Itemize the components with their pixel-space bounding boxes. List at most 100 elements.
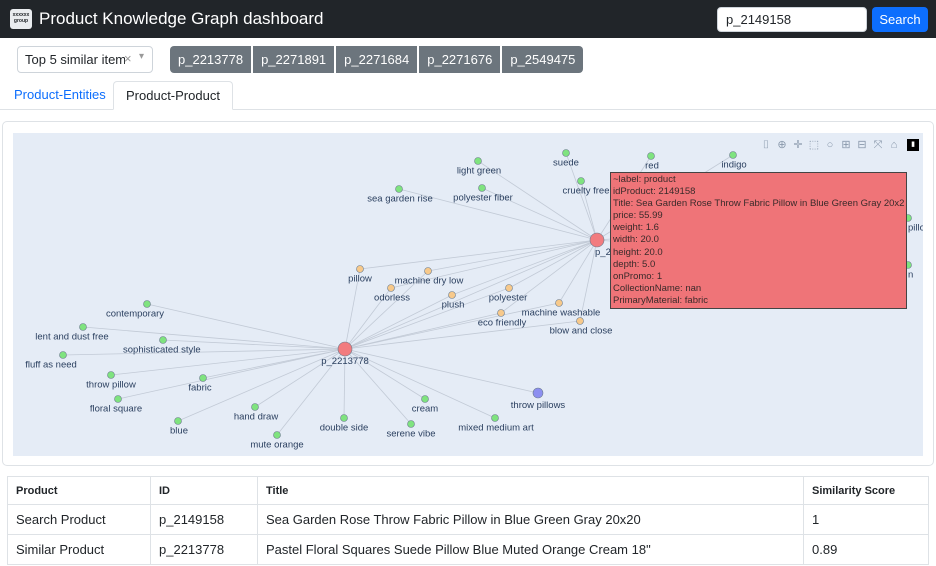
graph-node-label: sophisticated style — [123, 345, 201, 356]
chip-product[interactable]: p_2271891 — [253, 46, 335, 73]
pan-icon[interactable]: ✛ — [791, 138, 805, 152]
similar-product-chips: p_2213778 p_2271891 p_2271684 p_2271676 … — [170, 46, 584, 73]
tooltip-line: Title: Sea Garden Rose Throw Fabric Pill… — [613, 198, 904, 210]
graph-node[interactable] — [729, 151, 737, 159]
graph-search-product-node[interactable] — [589, 232, 605, 248]
graph-node[interactable] — [107, 371, 115, 379]
graph-node-label: polyester fiber — [453, 193, 513, 204]
graph-node[interactable] — [387, 284, 395, 292]
tooltip-line: height: 20.0 — [613, 246, 663, 258]
graph-node-label: cruelty free — [563, 186, 610, 197]
tooltip-line: depth: 5.0 — [613, 258, 656, 270]
tooltip-line: idProduct: 2149158 — [613, 186, 696, 198]
graph-node[interactable] — [448, 291, 456, 299]
graph-node[interactable] — [407, 420, 415, 428]
graph-node-label: suede — [553, 158, 579, 169]
graph-node[interactable] — [478, 184, 486, 192]
graph-node-label: lent and dust free — [35, 332, 108, 343]
tooltip-line: price: 55.99 — [613, 210, 663, 222]
graph-edge — [508, 239, 598, 289]
graph-node-label: pillo — [908, 223, 923, 234]
search-input[interactable] — [717, 7, 867, 32]
graph-node[interactable] — [79, 323, 87, 331]
graph-edge — [146, 303, 346, 350]
table-cell: 0.89 — [803, 534, 929, 565]
graph-node-label: indigo — [721, 160, 746, 171]
graph-product-node[interactable] — [337, 341, 353, 357]
graph-node-label: plush — [442, 300, 465, 311]
graph-node[interactable] — [474, 157, 482, 165]
graph-node-label: machine dry low — [395, 276, 464, 287]
graph-node[interactable] — [114, 395, 122, 403]
graph-node[interactable] — [395, 185, 403, 193]
table-cell: Sea Garden Rose Throw Fabric Pillow in B… — [257, 504, 804, 535]
plotly-logo-icon[interactable]: ▮ — [907, 139, 919, 151]
tooltip-line: ~label: product — [613, 174, 676, 185]
chip-product[interactable]: p_2271684 — [336, 46, 418, 73]
graph-node[interactable] — [577, 177, 585, 185]
tab-product-entities[interactable]: Product-Entities — [2, 81, 118, 109]
chip-product[interactable]: p_2271676 — [419, 46, 501, 73]
chevron-down-icon[interactable]: ▾ — [139, 51, 144, 62]
graph-node-label: blow and close — [550, 326, 613, 337]
graph-node-label: mute orange — [250, 440, 303, 451]
graph-edge — [427, 239, 598, 272]
lasso-icon[interactable]: ○ — [823, 138, 837, 152]
clear-icon[interactable]: × — [124, 51, 132, 66]
zoom-in-icon[interactable]: ⊞ — [839, 138, 853, 152]
graph-node-label: cream — [412, 404, 438, 415]
tab-bar: Product-Entities Product-Product — [0, 81, 936, 110]
table-row: Similar Product p_2213778 Pastel Floral … — [7, 534, 929, 565]
column-header: ID — [150, 476, 258, 505]
tooltip-line: PrimaryMaterial: fabric — [613, 294, 709, 306]
graph-node[interactable] — [174, 417, 182, 425]
graph-node[interactable] — [251, 403, 259, 411]
graph-node-label: hand draw — [234, 412, 279, 423]
graph-node[interactable] — [421, 395, 429, 403]
column-header: Title — [257, 476, 804, 505]
chip-product[interactable]: p_2213778 — [170, 46, 252, 73]
graph-node[interactable] — [340, 414, 348, 422]
graph-node[interactable] — [143, 300, 151, 308]
graph-node[interactable] — [647, 152, 655, 160]
chip-product[interactable]: p_2549475 — [502, 46, 584, 73]
graph-node[interactable] — [491, 414, 499, 422]
table-cell: p_2149158 — [150, 504, 258, 535]
graph-node[interactable] — [497, 309, 505, 317]
box-select-icon[interactable]: ⬚ — [807, 138, 821, 152]
zoom-icon[interactable]: ⊕ — [775, 138, 789, 152]
autoscale-icon[interactable]: ⤧ — [871, 138, 885, 152]
graph-node[interactable] — [424, 267, 432, 275]
home-icon[interactable]: ⌂ — [887, 138, 901, 152]
graph-node[interactable] — [532, 387, 544, 399]
graph-node-label: red — [645, 161, 659, 172]
table-header-row: Product ID Title Similarity Score — [7, 476, 929, 505]
graph-node[interactable] — [159, 336, 167, 344]
table-row: Search Product p_2149158 Sea Garden Rose… — [7, 504, 929, 535]
graph-node-label: throw pillows — [511, 400, 566, 411]
graph-node[interactable] — [555, 299, 563, 307]
similar-items-select[interactable]: Top 5 similar item × ▾ — [17, 46, 153, 73]
graph-node-label: floral square — [90, 404, 142, 415]
table-cell: Search Product — [7, 504, 151, 535]
tab-product-product[interactable]: Product-Product — [113, 81, 233, 110]
dashboard-title: Product Knowledge Graph dashboard — [39, 9, 324, 28]
graph-node-label: n — [908, 270, 913, 281]
graph-node[interactable] — [199, 374, 207, 382]
search-button[interactable]: Search — [872, 7, 928, 32]
graph-node[interactable] — [356, 265, 364, 273]
camera-icon[interactable]: ⌷ — [759, 138, 773, 152]
node-hover-tooltip: ~label: product idProduct: 2149158 Title: … — [610, 172, 907, 309]
graph-node-label: pillow — [348, 274, 372, 285]
column-header: Similarity Score — [803, 476, 929, 505]
zoom-out-icon[interactable]: ⊟ — [855, 138, 869, 152]
table-cell: Pastel Floral Squares Suede Pillow Blue … — [257, 534, 804, 565]
graph-node[interactable] — [273, 431, 281, 439]
graph-node-label: sea garden rise — [367, 194, 432, 205]
graph-node[interactable] — [59, 351, 67, 359]
table-cell: 1 — [803, 504, 929, 535]
graph-node[interactable] — [562, 149, 570, 157]
graph-node[interactable] — [576, 317, 584, 325]
company-logo: xxxxxx group — [10, 9, 32, 29]
graph-node[interactable] — [505, 284, 513, 292]
